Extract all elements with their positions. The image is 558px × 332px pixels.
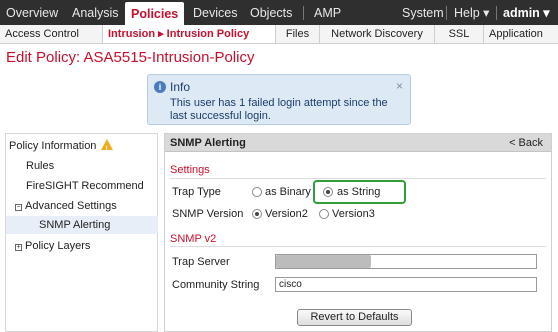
settings-heading: Settings	[170, 164, 210, 176]
close-icon[interactable]: ×	[396, 79, 403, 93]
sidebar-item-snmp-alerting[interactable]: SNMP Alerting	[6, 216, 158, 234]
trap-server-input[interactable]	[275, 254, 537, 269]
sidebar-item-advanced-settings[interactable]: − Advanced Settings	[6, 197, 158, 215]
panel-header: SNMP Alerting < Back	[165, 134, 551, 152]
trap-binary-label: as Binary	[265, 186, 311, 198]
tab-application[interactable]: Application	[484, 25, 558, 43]
version3-label: Version3	[332, 208, 375, 220]
sidebar-item-firesight[interactable]: FireSIGHT Recommend	[6, 177, 158, 195]
community-string-input[interactable]: cisco	[275, 277, 537, 292]
revert-to-defaults-button[interactable]: Revert to Defaults	[297, 309, 412, 326]
warning-icon: !	[100, 139, 113, 153]
highlight-box	[313, 180, 406, 204]
sidebar-item-policy-information[interactable]: Policy Information !	[6, 137, 158, 155]
version2-label: Version2	[265, 208, 308, 220]
sidebar: Policy Information ! Rules FireSIGHT Rec…	[5, 133, 158, 332]
nav-policies[interactable]: Policies	[125, 2, 185, 25]
tab-ssl[interactable]: SSL	[435, 25, 484, 43]
info-icon: i	[154, 81, 166, 93]
tab-intrusion-policy[interactable]: Intrusion ▸ Intrusion Policy	[103, 25, 276, 43]
expand-icon[interactable]: +	[15, 244, 22, 251]
info-title: Info	[170, 80, 191, 94]
nav-system[interactable]: System	[396, 0, 450, 25]
nav-amp[interactable]: AMP	[308, 0, 347, 25]
snmp-version-label: SNMP Version	[172, 208, 244, 220]
section-divider	[170, 178, 546, 179]
panel-title: SNMP Alerting	[170, 137, 246, 149]
info-message: This user has 1 failed login attempt sin…	[170, 97, 388, 122]
nav-overview[interactable]: Overview	[0, 0, 64, 25]
nav-devices[interactable]: Devices	[187, 0, 243, 25]
version2-radio[interactable]	[252, 209, 262, 219]
nav-help[interactable]: Help ▾	[448, 0, 495, 25]
sub-nav-bar: Access Control Intrusion ▸ Intrusion Pol…	[0, 25, 558, 44]
community-string-label: Community String	[172, 279, 260, 291]
sidebar-item-label: Policy Layers	[25, 240, 91, 252]
version3-radio[interactable]	[319, 209, 329, 219]
sidebar-item-rules[interactable]: Rules	[6, 157, 158, 175]
snmp-alerting-panel: SNMP Alerting < Back Settings Trap Type …	[164, 133, 552, 332]
trap-type-label: Trap Type	[172, 186, 221, 198]
tab-files[interactable]: Files	[276, 25, 320, 43]
tab-network-discovery[interactable]: Network Discovery	[320, 25, 435, 43]
nav-objects[interactable]: Objects	[244, 0, 298, 25]
sidebar-item-label: Advanced Settings	[25, 200, 117, 212]
sidebar-item-label: Policy Information	[9, 140, 97, 152]
nav-divider	[303, 6, 304, 20]
back-link[interactable]: < Back	[509, 137, 543, 149]
nav-analysis[interactable]: Analysis	[66, 0, 125, 25]
nav-divider	[446, 6, 447, 20]
tab-access-control[interactable]: Access Control	[0, 25, 103, 43]
info-alert: i Info × This user has 1 failed login at…	[147, 74, 411, 125]
snmpv2-heading: SNMP v2	[170, 233, 217, 245]
collapse-icon[interactable]: −	[15, 204, 22, 211]
page-title: Edit Policy: ASA5515-Intrusion-Policy	[6, 49, 255, 66]
user-menu[interactable]: admin ▾	[497, 0, 556, 25]
section-divider	[170, 246, 546, 247]
redacted-value	[276, 255, 371, 268]
top-nav-bar: Overview Analysis Policies Devices Objec…	[0, 0, 558, 25]
trap-binary-radio[interactable]	[252, 187, 262, 197]
trap-server-label: Trap Server	[172, 256, 230, 268]
sidebar-item-policy-layers[interactable]: + Policy Layers	[6, 237, 158, 255]
